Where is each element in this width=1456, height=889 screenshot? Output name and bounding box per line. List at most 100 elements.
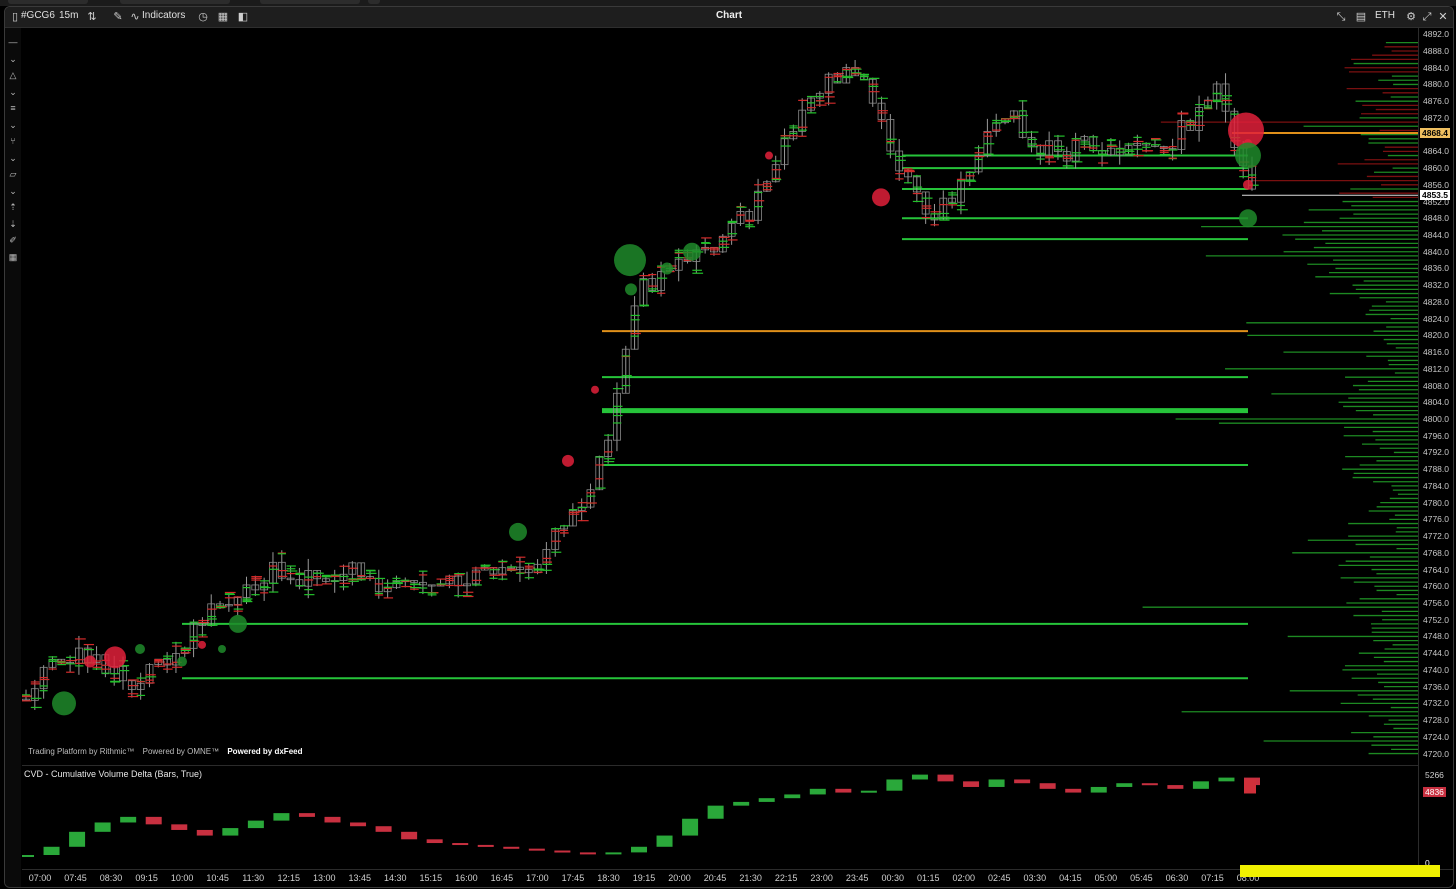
sidebar-toggle-icon[interactable]: ▯ bbox=[9, 11, 21, 23]
time-tick-label: 16:00 bbox=[455, 873, 478, 883]
volume-bubble bbox=[218, 645, 226, 653]
credits: Trading Platform by Rithmic™ Powered by … bbox=[28, 747, 308, 756]
bars-icon[interactable]: ≡ bbox=[7, 102, 19, 114]
session-label[interactable]: ETH bbox=[1375, 10, 1395, 21]
cvd-bar bbox=[860, 790, 877, 793]
price-tick-label: 4732.0 bbox=[1423, 698, 1449, 709]
minus-icon[interactable]: — bbox=[7, 36, 19, 48]
price-tick-label: 4784.0 bbox=[1423, 480, 1449, 491]
volume-bubble bbox=[1239, 209, 1257, 228]
cvd-bar bbox=[196, 829, 213, 836]
chevron-icon[interactable]: ⌄ bbox=[7, 152, 19, 164]
chevron-icon[interactable]: ⌄ bbox=[7, 185, 19, 197]
chevron-icon[interactable]: ⌄ bbox=[7, 86, 19, 98]
volume-bubble bbox=[1243, 179, 1253, 190]
time-tick-label: 20:45 bbox=[703, 873, 727, 883]
window-tab[interactable] bbox=[120, 0, 230, 4]
cvd-bar bbox=[1039, 783, 1056, 789]
panel-icon[interactable]: ◧ bbox=[237, 11, 249, 23]
cvd-bar bbox=[298, 813, 315, 817]
time-tick-label: 23:00 bbox=[810, 873, 833, 883]
maximize-icon[interactable]: ⤢ bbox=[1421, 11, 1433, 23]
price-tick-label: 4832.0 bbox=[1423, 280, 1449, 291]
interval-label[interactable]: 15m bbox=[59, 10, 78, 21]
price-tick-label: 4720.0 bbox=[1423, 748, 1449, 759]
price-tick-label: 4856.0 bbox=[1423, 179, 1449, 190]
price-tick-label: 4768.0 bbox=[1423, 547, 1449, 558]
arrow-up-icon[interactable]: ⇡ bbox=[7, 201, 19, 213]
price-tick-label: 4836.0 bbox=[1423, 263, 1449, 274]
window-tab[interactable] bbox=[8, 0, 88, 4]
price-chart-svg[interactable] bbox=[22, 28, 1418, 764]
price-tick-label: 4760.0 bbox=[1423, 581, 1449, 592]
cvd-bar bbox=[656, 835, 673, 847]
grid-icon[interactable]: ▦ bbox=[7, 251, 19, 263]
pencil-icon[interactable]: ✎ bbox=[112, 11, 124, 23]
price-tick-label: 4788.0 bbox=[1423, 464, 1449, 475]
cvd-bar bbox=[554, 850, 571, 853]
cvd-indicator-label[interactable]: CVD - Cumulative Volume Delta (Bars, Tru… bbox=[24, 769, 202, 779]
volume-bubble bbox=[509, 522, 527, 541]
arrow-down-icon[interactable]: ⇣ bbox=[7, 218, 19, 230]
close-icon[interactable]: ✕ bbox=[1437, 11, 1449, 23]
cvd-bar bbox=[22, 855, 34, 858]
price-axis[interactable]: 4892.0 4888.0 4884.0 4880.0 4876.0 4872.0 4868… bbox=[1418, 28, 1453, 878]
cvd-pane[interactable]: CVD - Cumulative Volume Delta (Bars, Tru… bbox=[22, 765, 1418, 864]
cvd-bar bbox=[222, 828, 239, 836]
time-tick-label: 10:00 bbox=[170, 873, 194, 883]
price-tick-label: 4828.0 bbox=[1423, 296, 1449, 307]
highlight-marker bbox=[1240, 865, 1440, 877]
cvd-bar bbox=[426, 839, 443, 844]
cvd-bar bbox=[69, 831, 86, 847]
last-price-tag: 4853.5 bbox=[1420, 190, 1450, 201]
cvd-bar bbox=[605, 852, 622, 855]
bar-type-icon[interactable]: ⇅ bbox=[86, 11, 98, 23]
cvd-bar bbox=[784, 794, 801, 799]
layout-icon[interactable]: ▦ bbox=[217, 11, 229, 23]
ruler-icon[interactable]: ▱ bbox=[7, 168, 19, 180]
cvd-bar bbox=[835, 788, 852, 793]
volume-bubble bbox=[562, 454, 574, 467]
price-tick-label: 4724.0 bbox=[1423, 731, 1449, 742]
volume-bubble bbox=[872, 188, 890, 207]
price-tick-label: 4736.0 bbox=[1423, 681, 1449, 692]
time-axis[interactable]: 07:00 07:45 08:30 09:15 10:00 10:45 11:30 12:15… bbox=[22, 869, 1453, 887]
indicators-button[interactable]: Indicators bbox=[142, 10, 185, 21]
time-tick-label: 07:15 bbox=[1201, 873, 1224, 883]
time-tick-label: 21:30 bbox=[739, 873, 762, 883]
time-tick-label: 22:15 bbox=[774, 873, 798, 883]
chevron-icon[interactable]: ⌄ bbox=[7, 53, 19, 65]
chart-window: ▯ #GCG6 15m ⇅ ✎ ∿ Indicators ◷ ▦ ◧ Chart… bbox=[4, 6, 1454, 888]
indicators-icon[interactable]: ∿ bbox=[129, 11, 141, 23]
time-tick-label: 01:15 bbox=[916, 873, 940, 883]
time-tick-label: 03:30 bbox=[1023, 873, 1047, 883]
window-tab[interactable] bbox=[368, 0, 380, 4]
cvd-bar bbox=[375, 826, 392, 832]
settings-gear-icon[interactable]: ⚙ bbox=[1405, 11, 1417, 23]
volume-bubble bbox=[104, 646, 126, 669]
price-chart[interactable]: Trading Platform by Rithmic™ Powered by … bbox=[22, 28, 1418, 764]
cvd-bar bbox=[758, 798, 775, 802]
volume-bubble bbox=[765, 151, 773, 160]
cvd-bar bbox=[43, 846, 60, 856]
time-tick-label: 16:45 bbox=[490, 873, 514, 883]
price-tick-label: 4804.0 bbox=[1423, 397, 1449, 408]
cvd-bar bbox=[1141, 783, 1158, 786]
fork-icon[interactable]: ⑂ bbox=[7, 135, 19, 147]
pencil-eraser-icon[interactable]: ✐ bbox=[7, 234, 19, 246]
cvd-axis-top-label: 5266 bbox=[1425, 770, 1444, 780]
triangle-icon[interactable]: △ bbox=[7, 69, 19, 81]
symbol-label[interactable]: #GCG6 bbox=[21, 10, 55, 21]
clock-icon[interactable]: ◷ bbox=[197, 11, 209, 23]
price-tick-label: 4880.0 bbox=[1423, 79, 1449, 90]
collapse-icon[interactable]: ⤡ bbox=[1335, 11, 1347, 23]
volume-bubble bbox=[1235, 142, 1261, 169]
window-tab[interactable] bbox=[260, 0, 360, 4]
time-tick-label: 18:30 bbox=[597, 873, 620, 883]
cvd-last-bar bbox=[1244, 779, 1256, 794]
chevron-icon[interactable]: ⌄ bbox=[7, 119, 19, 131]
price-tick-label: 4756.0 bbox=[1423, 598, 1449, 608]
price-tick-label: 4796.0 bbox=[1423, 430, 1449, 441]
cvd-bar bbox=[988, 779, 1005, 787]
calendar-icon[interactable]: ▤ bbox=[1355, 11, 1367, 23]
